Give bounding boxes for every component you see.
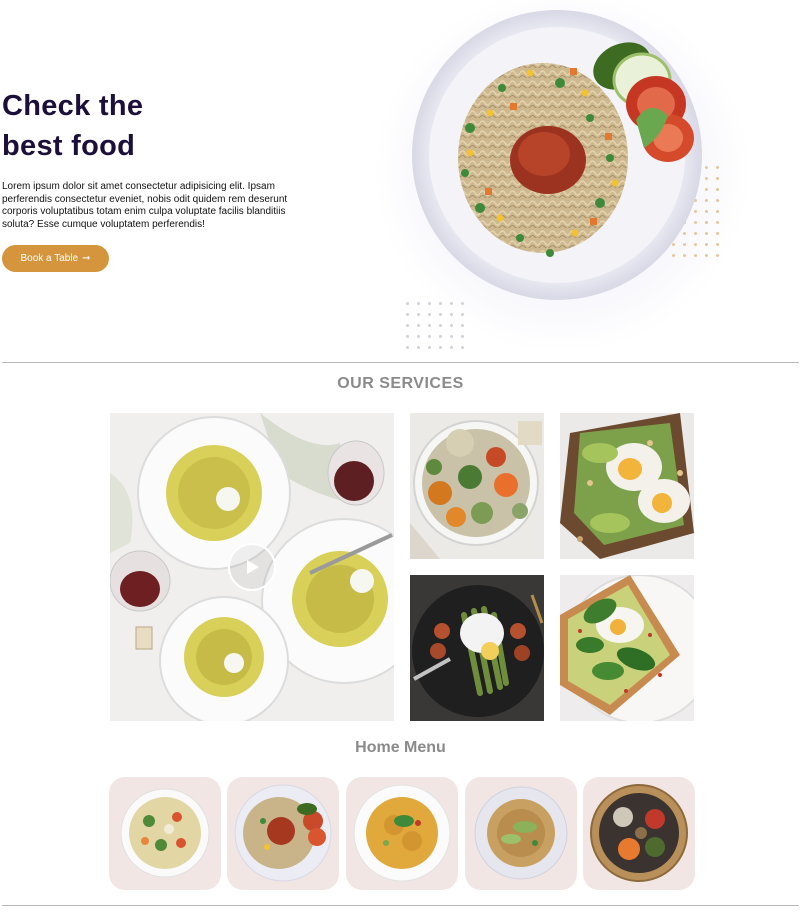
home-menu-title: Home Menu [355,739,446,756]
rice-bowl-dish-image [590,784,688,882]
hero-title-line-2: best food [2,130,136,162]
arrow-right-icon: ➞ [82,253,91,264]
book-a-table-button[interactable]: Book a Table ➞ [2,245,109,272]
asparagus-poached-egg-photo [410,575,544,721]
menu-item-rice-bowl[interactable] [583,777,695,890]
play-icon [247,560,259,574]
hero-description: Lorem ipsum dolor sit amet consectetur a… [2,181,288,230]
section-divider-top [2,362,799,363]
hero-section: Check the best food Lorem ipsum dolor si… [0,0,801,362]
avocado-egg-toast-photo [560,413,694,559]
menu-item-pasta-salad[interactable] [109,777,221,890]
roasted-vegetables-bowl-photo [410,413,544,559]
menu-item-noodles-avocado[interactable] [465,777,577,890]
section-divider-bottom [2,905,799,906]
noodles-avocado-dish-image [474,786,568,880]
hero-title: Check the best food [2,86,332,166]
book-a-table-label: Book a Table [20,253,79,264]
menu-item-spaghetti-tomato[interactable] [227,777,339,890]
spaghetti-plate-image [412,10,702,300]
spaghetti-tomato-dish-image [234,784,332,882]
menu-item-fusilli-pesto[interactable] [346,777,458,890]
services-title: OUR SERVICES [337,375,464,392]
play-video-button[interactable] [228,543,276,591]
fusilli-pesto-dish-image [353,784,451,882]
decorative-dots-grey [406,302,464,349]
pasta-salad-dish-image [120,788,210,878]
hero-title-line-1: Check the [2,90,144,122]
avocado-spinach-toast-photo [560,575,694,721]
